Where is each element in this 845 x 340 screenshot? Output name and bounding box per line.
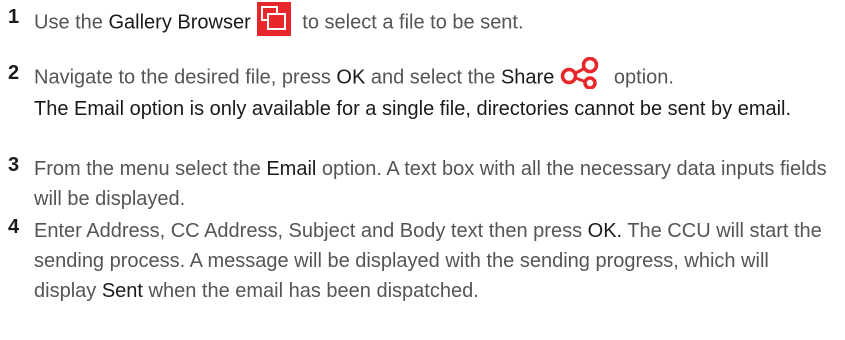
share-label: Share [500, 66, 555, 89]
step-text: Navigate to the desired file, press OK a… [34, 56, 834, 124]
step-text: From the menu select the Email option. A… [34, 154, 834, 214]
step-text: Use the Gallery Browser to select a file… [34, 2, 834, 40]
step-number: 3 [8, 154, 20, 176]
step-number: 1 [8, 6, 20, 28]
gallery-browser-icon [256, 2, 291, 36]
gallery-browser-label: Gallery Browser [108, 11, 251, 34]
step-text-part: option. [608, 66, 674, 89]
step-text-part: when the email has been dispatched. [142, 280, 479, 302]
step-text-part: to select a file to be sent. [296, 11, 524, 34]
step-text-part: Navigate to the desired file, press [34, 66, 337, 89]
ok-label: OK [336, 66, 366, 89]
step-text-part: Use the [34, 11, 109, 34]
email-label: Email [266, 158, 317, 180]
step-text: Enter Address, CC Address, Subject and B… [34, 216, 834, 306]
step-number: 4 [8, 216, 20, 238]
email-note: The Email option is only available for a… [34, 98, 792, 120]
step-number: 2 [8, 62, 20, 84]
step-text-part: From the menu select the [34, 158, 267, 180]
sent-label: Sent [101, 280, 143, 302]
step-text-part: Enter Address, CC Address, Subject and B… [34, 220, 588, 242]
ok-label: OK. [587, 220, 623, 242]
step-text-part: and select the [365, 66, 501, 89]
share-icon [560, 56, 602, 90]
